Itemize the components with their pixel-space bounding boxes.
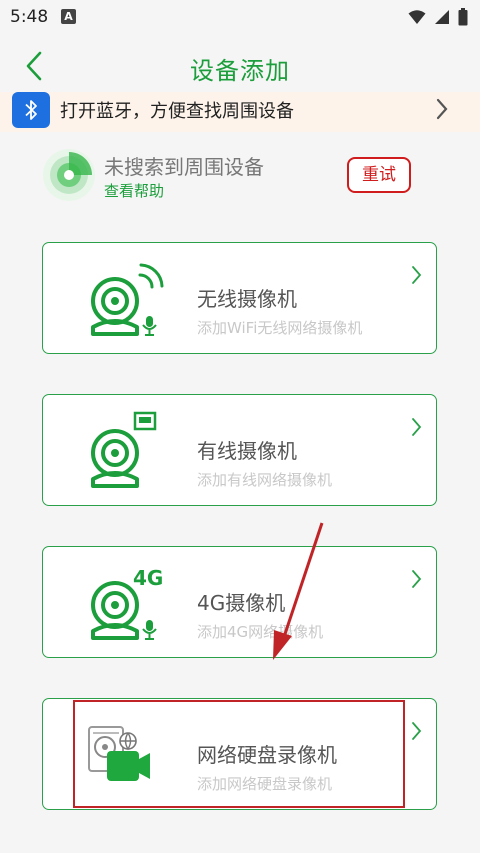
signal-status-icon bbox=[435, 10, 449, 24]
card-title: 有线摄像机 bbox=[197, 439, 297, 463]
card-subtitle: 添加网络硬盘录像机 bbox=[197, 775, 333, 793]
card-title: 网络硬盘录像机 bbox=[197, 743, 337, 767]
add-wired-camera-card[interactable]: 有线摄像机 添加有线网络摄像机 bbox=[42, 394, 437, 506]
bluetooth-banner-text: 打开蓝牙，方便查找周围设备 bbox=[60, 101, 294, 122]
wifi-camera-icon bbox=[91, 263, 164, 336]
card-subtitle: 添加4G网络摄像机 bbox=[197, 623, 324, 641]
add-nvr-card[interactable]: 网络硬盘录像机 添加网络硬盘录像机 bbox=[42, 698, 437, 810]
wifi-status-icon bbox=[408, 10, 426, 24]
status-time: 5:48 bbox=[10, 7, 49, 27]
status-icons bbox=[408, 8, 468, 26]
chevron-right-icon bbox=[412, 722, 422, 740]
page-title: 设备添加 bbox=[190, 57, 290, 85]
add-4g-camera-card[interactable]: 4G 4G摄像机 添加4G网络摄像机 bbox=[42, 546, 437, 658]
wired-camera-icon bbox=[91, 411, 157, 488]
nvr-icon bbox=[88, 726, 150, 781]
add-wifi-camera-card[interactable]: 无线摄像机 添加WiFi无线网络摄像机 bbox=[42, 242, 437, 354]
card-subtitle: 添加有线网络摄像机 bbox=[197, 471, 333, 489]
chevron-right-icon bbox=[412, 570, 422, 588]
help-link[interactable]: 查看帮助 bbox=[104, 180, 164, 201]
status-bar: 5:48 A bbox=[0, 0, 480, 34]
search-status: 未搜索到周围设备 查看帮助 重试 bbox=[0, 145, 480, 205]
card-title: 无线摄像机 bbox=[197, 287, 297, 311]
chevron-right-icon bbox=[412, 266, 422, 284]
retry-button[interactable]: 重试 bbox=[347, 157, 411, 193]
chevron-right-icon bbox=[412, 418, 422, 436]
search-status-title: 未搜索到周围设备 bbox=[104, 155, 264, 179]
card-subtitle: 添加WiFi无线网络摄像机 bbox=[197, 319, 363, 337]
4g-badge: 4G bbox=[133, 566, 163, 590]
notification-icon: A bbox=[61, 9, 76, 24]
radar-icon bbox=[43, 149, 95, 201]
bluetooth-icon bbox=[12, 92, 50, 128]
card-title: 4G摄像机 bbox=[197, 591, 286, 615]
bluetooth-banner[interactable]: 打开蓝牙，方便查找周围设备 bbox=[0, 92, 480, 132]
header: 设备添加 bbox=[0, 34, 480, 98]
4g-camera-icon: 4G bbox=[91, 566, 163, 640]
battery-status-icon bbox=[458, 8, 468, 26]
chevron-right-icon bbox=[436, 98, 448, 120]
